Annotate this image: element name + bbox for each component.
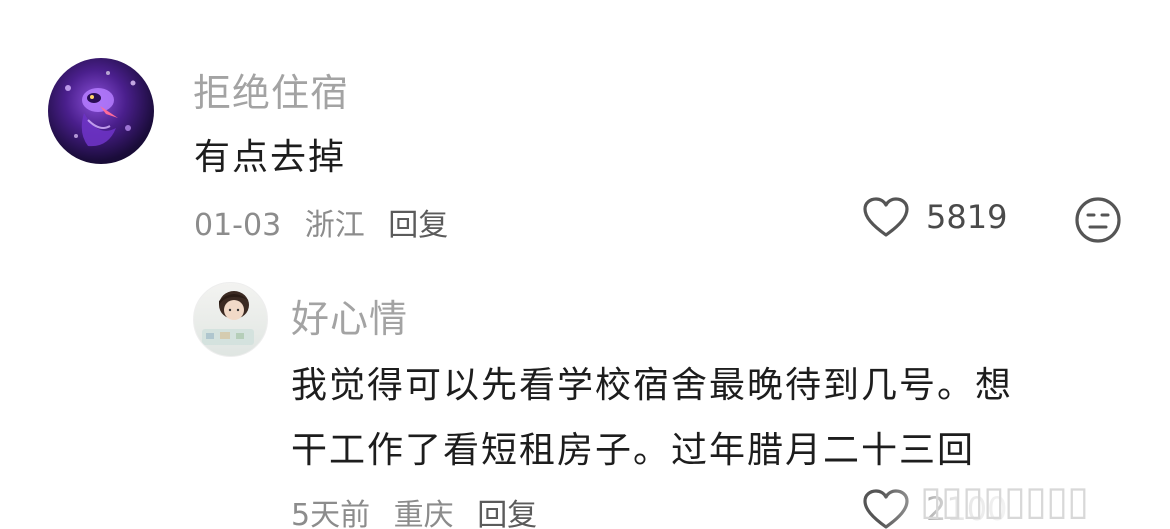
reply-location: 重庆	[393, 498, 454, 529]
reply-text-line-1: 我觉得可以先看学校宿舍最晚待到几号。想	[291, 365, 1014, 406]
reply-button[interactable]: 回复	[388, 208, 448, 243]
reply-username[interactable]: 好心情	[291, 288, 408, 343]
comment-date: 01-03	[194, 208, 282, 243]
comment-text: 有点去掉	[194, 137, 347, 178]
like-button[interactable]: 5819	[862, 196, 1007, 238]
reply-meta: 5天前 重庆 回复	[291, 490, 537, 529]
watermark: ▯▯▯▯▯▯▯▯	[920, 478, 1089, 524]
username[interactable]: 拒绝住宿	[193, 62, 349, 117]
reply-reply-button[interactable]: 回复	[477, 498, 537, 529]
avatar-image	[65, 71, 136, 147]
comment-meta: 01-03 浙江 回复	[194, 200, 448, 244]
avatar[interactable]	[48, 58, 154, 164]
reply-date: 5天前	[291, 498, 371, 529]
reply-avatar-image	[202, 291, 254, 345]
comment-thread: 拒绝住宿 有点去掉 01-03 浙江 回复 5819 好心情 我觉得可以先看学校…	[0, 0, 1170, 529]
like-count: 5819	[926, 198, 1008, 236]
reply-text-line-2: 干工作了看短租房子。过年腊月二十三回	[291, 430, 976, 471]
dislike-face-icon[interactable]	[1074, 196, 1122, 248]
comment-location: 浙江	[304, 208, 365, 243]
heart-icon[interactable]	[862, 196, 910, 238]
reply-avatar[interactable]	[193, 282, 268, 357]
